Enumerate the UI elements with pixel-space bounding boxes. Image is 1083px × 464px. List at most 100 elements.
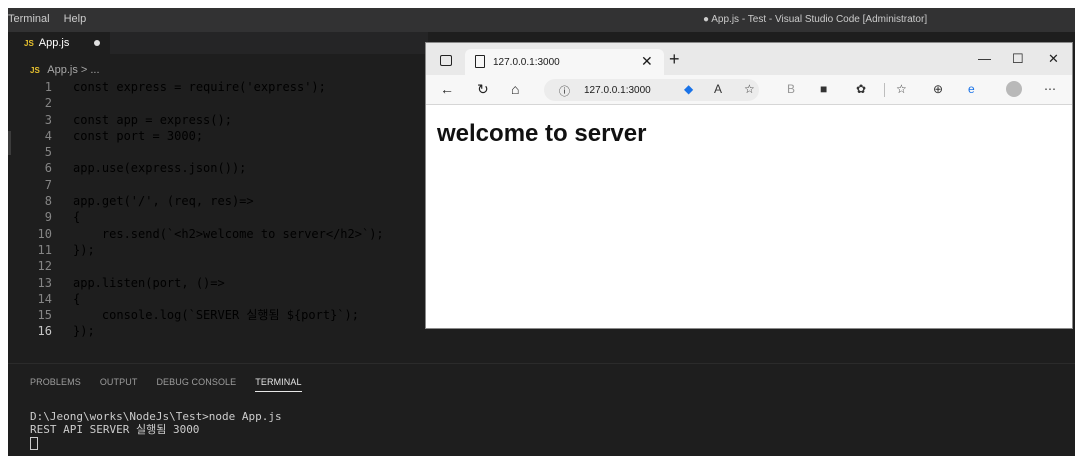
js-file-icon: JS	[24, 38, 34, 48]
line-number: 8	[44, 194, 52, 209]
line-number: 9	[44, 210, 52, 225]
price-tag-icon[interactable]: ◆	[684, 82, 693, 96]
line-number-active: 16	[37, 324, 52, 339]
code-line: 9{	[8, 209, 428, 225]
site-info-icon[interactable]: ⓘ	[559, 83, 570, 99]
home-icon[interactable]: ⌂	[511, 81, 519, 97]
code-line: 13 app.listen(port, ()=>	[8, 275, 428, 291]
extension-icon[interactable]: ■	[820, 82, 827, 96]
close-tab-icon[interactable]: ✕	[641, 53, 653, 70]
code-line: 11});	[8, 242, 428, 258]
code-text[interactable]: {	[73, 291, 80, 307]
line-number: 2	[44, 96, 52, 111]
code-line: 2	[8, 95, 428, 111]
code-text[interactable]: {	[73, 209, 80, 225]
menu-terminal[interactable]: Terminal	[8, 13, 50, 25]
tab-debug-console[interactable]: DEBUG CONSOLE	[156, 377, 236, 392]
code-text[interactable]: console.log(`SERVER 실행됨 ${port}`);	[73, 307, 359, 323]
line-number: 15	[37, 308, 52, 323]
code-line: 4 const port = 3000;	[8, 128, 428, 144]
line-number: 10	[37, 226, 52, 241]
breadcrumb[interactable]: JS App.js > ...	[30, 64, 100, 76]
page-icon	[475, 55, 485, 68]
new-tab-icon[interactable]: +	[669, 49, 680, 70]
code-editor[interactable]: 1 const express = require('express'); 2 3…	[8, 79, 428, 340]
code-line: 14 {	[8, 291, 428, 307]
collections-icon[interactable]: ⊕	[933, 82, 943, 96]
menu-help[interactable]: Help	[64, 13, 87, 25]
code-line: 7	[8, 177, 428, 193]
code-text[interactable]: const port = 3000;	[73, 128, 203, 144]
code-text[interactable]: });	[73, 242, 95, 258]
window-title: ● App.js - Test - Visual Studio Code [Ad…	[703, 14, 928, 25]
tab-problems[interactable]: PROBLEMS	[30, 377, 81, 392]
back-icon[interactable]: ←	[440, 81, 454, 97]
terminal-output[interactable]: D:\Jeong\works\NodeJs\Test>node App.js RE…	[30, 410, 282, 450]
toolbar-divider	[884, 83, 885, 97]
line-number: 7	[44, 177, 52, 192]
address-bar[interactable]: ⓘ 127.0.0.1:3000	[544, 79, 759, 101]
browser-tab-title: 127.0.0.1:3000	[493, 57, 560, 68]
breadcrumb-text: App.js > ...	[47, 64, 100, 76]
code-line: 1 const express = require('express');	[8, 79, 428, 95]
page-content: welcome to server	[426, 105, 1072, 328]
code-line: 15 console.log(`SERVER 실행됨 ${port}`);	[8, 307, 428, 323]
code-line: 12	[8, 258, 428, 274]
refresh-icon[interactable]: ↻	[477, 81, 489, 98]
code-text[interactable]: const express = require('express');	[73, 79, 326, 95]
read-aloud-icon[interactable]: A	[714, 82, 722, 96]
tab-terminal[interactable]: TERMINAL	[255, 377, 302, 392]
line-number: 5	[44, 145, 52, 160]
terminal-line: D:\Jeong\works\NodeJs\Test>node App.js	[30, 410, 282, 423]
favorites-icon[interactable]: ☆	[896, 82, 907, 96]
line-number: 11	[37, 242, 52, 257]
code-text[interactable]: app.get('/', (req, res)=>	[73, 193, 254, 209]
code-text[interactable]: });	[73, 323, 95, 339]
edge-icon[interactable]: e	[968, 82, 975, 96]
line-number: 12	[37, 259, 52, 274]
code-line: 6 app.use(express.json());	[8, 160, 428, 176]
extension-b-icon[interactable]: B	[787, 82, 795, 96]
code-line: 10 res.send(`<h2>welcome to server</h2>`…	[8, 226, 428, 242]
code-line: 16});	[8, 323, 428, 339]
close-window-icon[interactable]: ✕	[1048, 51, 1059, 67]
code-line: 3 const app = express();	[8, 112, 428, 128]
editor-tab-app-js[interactable]: JS App.js	[8, 32, 110, 54]
minimize-icon[interactable]: —	[978, 51, 991, 66]
unsaved-dot-icon[interactable]	[94, 40, 100, 46]
code-line: 5	[8, 144, 428, 160]
editor-tab-label: App.js	[38, 37, 70, 49]
line-number: 4	[44, 128, 52, 143]
editor-tab-bar: JS App.js	[8, 32, 428, 54]
panel-tabs: PROBLEMS OUTPUT DEBUG CONSOLE TERMINAL	[30, 377, 302, 392]
tab-actions-icon[interactable]	[440, 55, 452, 66]
line-number: 6	[44, 161, 52, 176]
line-number: 1	[44, 80, 52, 94]
title-bar: Terminal Help ● App.js - Test - Visual S…	[8, 8, 1075, 32]
code-text[interactable]: const app = express();	[73, 112, 232, 128]
more-options-icon[interactable]: ⋯	[1044, 82, 1056, 96]
code-text[interactable]: res.send(`<h2>welcome to server</h2>`);	[73, 226, 384, 242]
profile-avatar[interactable]	[1006, 81, 1022, 97]
line-number: 3	[44, 112, 52, 127]
bottom-panel: PROBLEMS OUTPUT DEBUG CONSOLE TERMINAL D…	[8, 364, 1075, 456]
browser-tab[interactable]: 127.0.0.1:3000 ✕	[465, 49, 664, 75]
line-number: 13	[37, 275, 52, 290]
browser-window: 127.0.0.1:3000 ✕ + — ☐ ✕ ← ↻ ⌂ ⓘ 127.0.0…	[425, 42, 1073, 329]
browser-tab-bar: 127.0.0.1:3000 ✕ + — ☐ ✕	[426, 43, 1072, 75]
line-number: 14	[37, 291, 52, 306]
terminal-line: REST API SERVER 실행됨 3000	[30, 423, 200, 436]
page-heading: welcome to server	[437, 120, 647, 147]
js-file-icon: JS	[30, 66, 40, 75]
terminal-cursor-icon	[30, 436, 38, 450]
maximize-icon[interactable]: ☐	[1012, 51, 1024, 67]
address-text[interactable]: 127.0.0.1:3000	[584, 85, 651, 96]
tab-output[interactable]: OUTPUT	[100, 377, 138, 392]
browser-toolbar: ← ↻ ⌂ ⓘ 127.0.0.1:3000 ◆ A ☆ B ■ ✿ ☆ ⊕ e…	[426, 75, 1072, 105]
code-text[interactable]: app.use(express.json());	[73, 160, 246, 176]
extensions-puzzle-icon[interactable]: ✿	[856, 82, 866, 96]
code-line: 8 app.get('/', (req, res)=>	[8, 193, 428, 209]
add-favorite-icon[interactable]: ☆	[744, 82, 755, 96]
menu-bar: Terminal Help	[8, 13, 86, 25]
code-text[interactable]: app.listen(port, ()=>	[73, 275, 225, 291]
